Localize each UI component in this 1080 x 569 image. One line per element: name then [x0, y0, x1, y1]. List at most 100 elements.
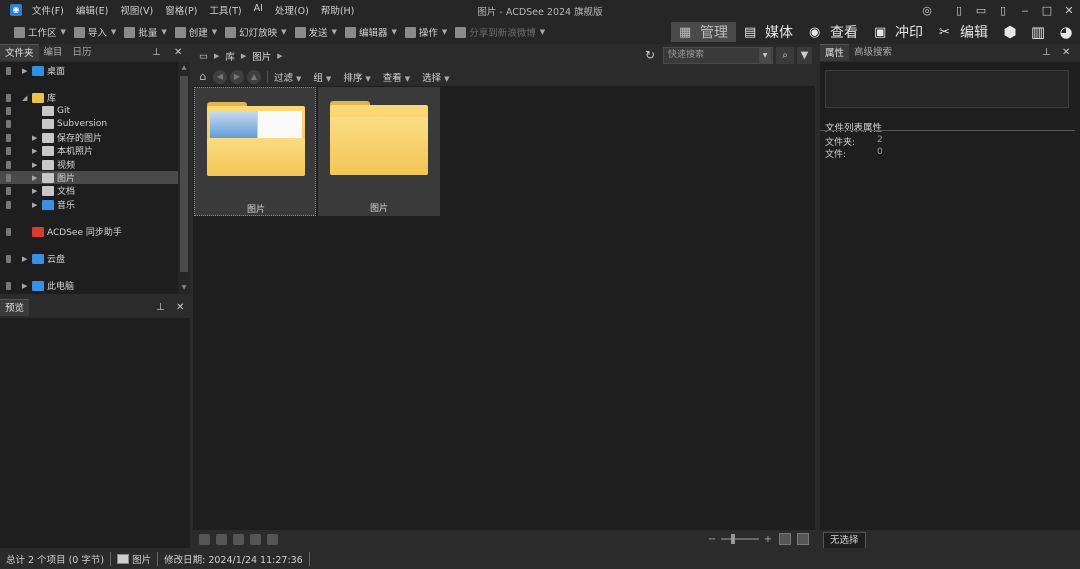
rotate-left-icon[interactable] — [199, 533, 210, 545]
breadcrumb-pictures[interactable]: 图片 — [248, 49, 275, 63]
chevron-right-icon[interactable]: ▶ — [22, 282, 27, 290]
tree-item[interactable]: ▶ 云盘 — [0, 252, 178, 265]
pin-icon[interactable] — [6, 66, 11, 75]
layout-right-icon[interactable]: ▯ — [992, 0, 1014, 20]
thumbnail-size-slider[interactable] — [721, 534, 759, 544]
toolbar-button[interactable]: 幻灯放映 ▼ — [221, 25, 290, 39]
chevron-down-icon[interactable]: ▼ — [332, 28, 337, 36]
scroll-up-icon[interactable]: ▲ — [178, 64, 190, 71]
chevron-right-icon[interactable]: ▶ — [32, 134, 37, 142]
pin-icon[interactable] — [6, 133, 11, 142]
dashboard-icon[interactable]: ⬢ — [996, 22, 1024, 42]
chevron-down-icon[interactable]: ▼ — [212, 28, 217, 36]
folder-tile[interactable]: 图片 — [194, 87, 316, 216]
tree-item[interactable]: ▶ 本机照片 — [0, 144, 178, 157]
chevron-right-icon[interactable]: ▶ — [32, 174, 37, 182]
pin-icon[interactable] — [6, 186, 11, 195]
mode-media[interactable]: ▤ 媒体 — [736, 22, 801, 42]
close-panel-icon[interactable]: ✕ — [176, 299, 184, 316]
user-account-icon[interactable]: ◎ — [916, 0, 938, 20]
chevron-right-icon[interactable]: ▶ — [32, 147, 37, 155]
close-button[interactable]: ✕ — [1058, 0, 1080, 20]
menu-item[interactable]: 帮助(H) — [315, 3, 361, 17]
tree-item[interactable]: ▶ 视频 — [0, 158, 178, 171]
back-icon[interactable]: ◀ — [213, 70, 227, 84]
zoom-in-icon[interactable]: + — [763, 534, 773, 545]
folder-tile[interactable]: 图片 — [318, 87, 440, 216]
menu-item[interactable]: 文件(F) — [26, 3, 70, 17]
toolbar-button[interactable]: 批量 ▼ — [120, 25, 170, 39]
tab-properties-panel[interactable]: 高级搜索 — [849, 44, 897, 61]
breadcrumb-separator[interactable]: ▶ — [275, 52, 284, 60]
filter-icon[interactable]: ▼ — [797, 47, 812, 64]
tree-item[interactable]: ▶ 图片 — [0, 171, 178, 184]
list-toolbar-view[interactable]: 查看 ▼ — [377, 70, 416, 84]
scroll-thumb[interactable] — [180, 76, 188, 272]
breadcrumb-separator[interactable]: ▶ — [212, 52, 221, 60]
toolbar-button[interactable]: 导入 ▼ — [70, 25, 120, 39]
slider-knob[interactable] — [731, 534, 735, 544]
tree-item[interactable]: ▶ 音乐 — [0, 198, 178, 211]
toolbar-button[interactable]: 操作 ▼ — [401, 25, 451, 39]
tab-folders-panel[interactable]: 日历 — [68, 44, 97, 61]
zoom-out-icon[interactable]: − — [707, 534, 717, 545]
chevron-down-icon[interactable]: ▼ — [61, 28, 66, 36]
refresh-icon[interactable] — [233, 533, 244, 545]
pin-icon[interactable]: ⊥ — [156, 299, 165, 316]
tree-item[interactable]: ▶ 保存的图片 — [0, 131, 178, 144]
tab-preview[interactable]: 预览 — [0, 299, 30, 316]
tree-item[interactable]: ◢ 库 — [0, 91, 178, 104]
search-icon[interactable]: ⌕ — [776, 47, 794, 64]
pin-icon[interactable] — [6, 254, 11, 263]
mode-view-eye[interactable]: ◉ 查看 — [801, 22, 866, 42]
tab-no-selection[interactable]: 无选择 — [823, 532, 866, 548]
tree-item[interactable]: Git — [0, 104, 178, 117]
drive-icon[interactable]: ▭ — [193, 51, 212, 62]
pin-icon[interactable] — [6, 160, 11, 169]
tree-item[interactable]: ▶ 文档 — [0, 184, 178, 197]
list-toolbar-filter[interactable]: 过滤 ▼ — [268, 70, 307, 84]
up-folder-icon[interactable]: ▲ — [247, 70, 261, 84]
pin-icon[interactable] — [6, 146, 11, 155]
chevron-down-icon[interactable]: ▼ — [111, 28, 116, 36]
toolbar-button[interactable]: 创建 ▼ — [171, 25, 221, 39]
quick-search-input[interactable]: 快速搜索 — [663, 47, 773, 64]
tree-item[interactable]: ACDSee 同步助手 — [0, 225, 178, 238]
list-toolbar-group[interactable]: 组 ▼ — [307, 70, 337, 84]
chevron-down-icon[interactable]: ▼ — [161, 28, 166, 36]
home-icon[interactable]: ⌂ — [196, 70, 210, 84]
layout-left-icon[interactable]: ▯ — [948, 0, 970, 20]
chevron-right-icon[interactable]: ▶ — [22, 255, 27, 263]
tab-folders-panel[interactable]: 编目 — [39, 44, 68, 61]
menu-item[interactable]: AI — [248, 3, 269, 17]
people-icon[interactable]: ◕ — [1052, 22, 1080, 42]
chevron-down-icon[interactable]: ◢ — [22, 94, 27, 102]
pin-icon[interactable] — [6, 281, 11, 290]
search-history-dropdown[interactable]: ▼ — [759, 48, 771, 63]
acdsee-app-icon[interactable]: ◉ — [10, 4, 22, 16]
close-panel-icon[interactable]: ✕ — [174, 44, 182, 61]
slideshow-play-icon[interactable] — [267, 533, 278, 545]
breadcrumb-library[interactable]: 库 — [221, 49, 239, 63]
tree-item[interactable]: ▶ 桌面 — [0, 64, 178, 77]
maximize-button[interactable]: □ — [1036, 0, 1058, 20]
refresh-icon[interactable]: ↻ — [645, 48, 655, 62]
chevron-right-icon[interactable]: ▶ — [32, 161, 37, 169]
pin-icon[interactable] — [6, 106, 11, 115]
chevron-down-icon[interactable]: ▼ — [391, 28, 396, 36]
chevron-down-icon[interactable]: ▼ — [540, 28, 545, 36]
mode-edit-tools[interactable]: ✂ 编辑 — [931, 22, 996, 42]
mode-develop[interactable]: ▣ 冲印 — [866, 22, 931, 42]
list-toolbar-sort[interactable]: 排序 ▼ — [337, 70, 376, 84]
menu-item[interactable]: 工具(T) — [203, 3, 247, 17]
chevron-right-icon[interactable]: ▶ — [22, 67, 27, 75]
pin-icon[interactable] — [6, 227, 11, 236]
menu-item[interactable]: 处理(O) — [269, 3, 315, 17]
menu-item[interactable]: 窗格(P) — [159, 3, 203, 17]
pin-icon[interactable] — [6, 119, 11, 128]
tab-folders-panel[interactable]: 文件夹 — [0, 44, 39, 61]
folders-scrollbar[interactable]: ▲ ▼ — [178, 62, 190, 294]
chevron-down-icon[interactable]: ▼ — [281, 28, 286, 36]
pin-icon[interactable] — [6, 173, 11, 182]
minimize-button[interactable]: ‒ — [1014, 0, 1036, 20]
